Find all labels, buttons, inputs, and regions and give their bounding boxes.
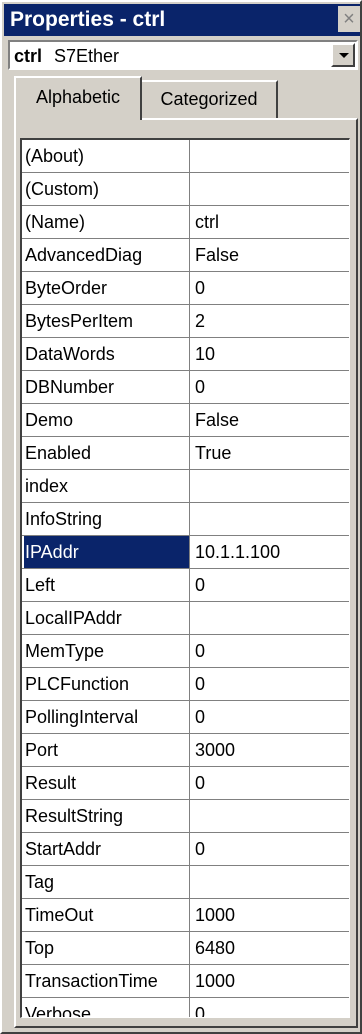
- property-value[interactable]: 0: [192, 272, 348, 304]
- property-value[interactable]: 2: [192, 305, 348, 337]
- property-row[interactable]: IPAddr 10.1.1.100: [22, 536, 349, 569]
- property-value[interactable]: 0: [192, 833, 348, 865]
- property-value[interactable]: 3000: [192, 734, 348, 766]
- property-value[interactable]: 10.1.1.100: [192, 536, 348, 568]
- property-name[interactable]: Result: [24, 767, 190, 799]
- property-row[interactable]: Tag: [22, 866, 349, 899]
- property-value[interactable]: ctrl: [192, 206, 348, 238]
- property-row[interactable]: ResultString: [22, 800, 349, 833]
- property-row[interactable]: (About): [22, 140, 349, 173]
- property-name[interactable]: IPAddr: [24, 536, 190, 568]
- property-row[interactable]: LocalIPAddr: [22, 602, 349, 635]
- property-row[interactable]: BytesPerItem 2: [22, 305, 349, 338]
- property-row[interactable]: TransactionTime 1000: [22, 965, 349, 998]
- property-value[interactable]: 0: [192, 371, 348, 403]
- property-name[interactable]: Left: [24, 569, 190, 601]
- object-type: S7Ether: [54, 46, 120, 66]
- property-value[interactable]: True: [192, 437, 348, 469]
- property-value[interactable]: 6480: [192, 932, 348, 964]
- property-name[interactable]: (About): [24, 140, 190, 172]
- property-name[interactable]: DBNumber: [24, 371, 190, 403]
- property-value[interactable]: [192, 470, 348, 502]
- window-title: Properties - ctrl: [10, 8, 166, 31]
- property-name[interactable]: Tag: [24, 866, 190, 898]
- property-value[interactable]: [192, 503, 348, 535]
- dropdown-arrow-icon[interactable]: [331, 43, 355, 67]
- property-row[interactable]: InfoString: [22, 503, 349, 536]
- property-row[interactable]: ByteOrder 0: [22, 272, 349, 305]
- property-name[interactable]: ByteOrder: [24, 272, 190, 304]
- tab-categorized[interactable]: Categorized: [142, 80, 278, 118]
- property-name[interactable]: InfoString: [24, 503, 190, 535]
- property-value[interactable]: 0: [192, 635, 348, 667]
- property-name[interactable]: Enabled: [24, 437, 190, 469]
- tab-alphabetic[interactable]: Alphabetic: [14, 76, 142, 120]
- property-grid: (About) (Custom) (Name) ctrl AdvancedDiag Fal…: [20, 138, 350, 1018]
- property-row[interactable]: (Custom): [22, 173, 349, 206]
- close-icon[interactable]: ×: [338, 6, 360, 32]
- object-name: ctrl: [14, 46, 43, 66]
- property-value[interactable]: 0: [192, 668, 348, 700]
- property-row[interactable]: Left 0: [22, 569, 349, 602]
- property-value[interactable]: 1000: [192, 899, 348, 931]
- property-name[interactable]: index: [24, 470, 190, 502]
- property-name[interactable]: AdvancedDiag: [24, 239, 190, 271]
- property-name[interactable]: PLCFunction: [24, 668, 190, 700]
- property-row[interactable]: DBNumber 0: [22, 371, 349, 404]
- property-value[interactable]: [192, 173, 348, 205]
- property-value[interactable]: False: [192, 404, 348, 436]
- property-name[interactable]: Top: [24, 932, 190, 964]
- property-name[interactable]: PollingInterval: [24, 701, 190, 733]
- property-name[interactable]: BytesPerItem: [24, 305, 190, 337]
- property-value[interactable]: 10: [192, 338, 348, 370]
- property-row[interactable]: Verbose 0: [22, 998, 349, 1017]
- property-name[interactable]: Demo: [24, 404, 190, 436]
- property-value[interactable]: 0: [192, 767, 348, 799]
- property-row[interactable]: index: [22, 470, 349, 503]
- property-name[interactable]: (Name): [24, 206, 190, 238]
- property-name[interactable]: TransactionTime: [24, 965, 190, 997]
- property-row[interactable]: (Name) ctrl: [22, 206, 349, 239]
- property-row[interactable]: TimeOut 1000: [22, 899, 349, 932]
- property-value[interactable]: 1000: [192, 965, 348, 997]
- property-name[interactable]: DataWords: [24, 338, 190, 370]
- property-value[interactable]: 0: [192, 569, 348, 601]
- property-name[interactable]: ResultString: [24, 800, 190, 832]
- property-row[interactable]: Top 6480: [22, 932, 349, 965]
- properties-window: Properties - ctrl × ctrl S7Ether Alphabe…: [0, 0, 362, 1034]
- property-name[interactable]: MemType: [24, 635, 190, 667]
- property-value[interactable]: 0: [192, 998, 348, 1017]
- property-name[interactable]: Verbose: [24, 998, 190, 1017]
- property-name[interactable]: TimeOut: [24, 899, 190, 931]
- property-name[interactable]: (Custom): [24, 173, 190, 205]
- property-row[interactable]: DataWords 10: [22, 338, 349, 371]
- property-value[interactable]: 0: [192, 701, 348, 733]
- property-value[interactable]: [192, 800, 348, 832]
- object-selector-dropdown[interactable]: ctrl S7Ether: [8, 40, 358, 70]
- property-value[interactable]: False: [192, 239, 348, 271]
- property-row[interactable]: Result 0: [22, 767, 349, 800]
- property-name[interactable]: StartAddr: [24, 833, 190, 865]
- property-value[interactable]: [192, 140, 348, 172]
- property-row[interactable]: Enabled True: [22, 437, 349, 470]
- property-row[interactable]: StartAddr 0: [22, 833, 349, 866]
- property-value[interactable]: [192, 866, 348, 898]
- property-row[interactable]: MemType 0: [22, 635, 349, 668]
- property-value[interactable]: [192, 602, 348, 634]
- property-name[interactable]: Port: [24, 734, 190, 766]
- property-name[interactable]: LocalIPAddr: [24, 602, 190, 634]
- property-row[interactable]: PLCFunction 0: [22, 668, 349, 701]
- title-bar[interactable]: Properties - ctrl ×: [4, 4, 360, 36]
- property-row[interactable]: AdvancedDiag False: [22, 239, 349, 272]
- property-row[interactable]: PollingInterval 0: [22, 701, 349, 734]
- property-row[interactable]: Port 3000: [22, 734, 349, 767]
- property-row[interactable]: Demo False: [22, 404, 349, 437]
